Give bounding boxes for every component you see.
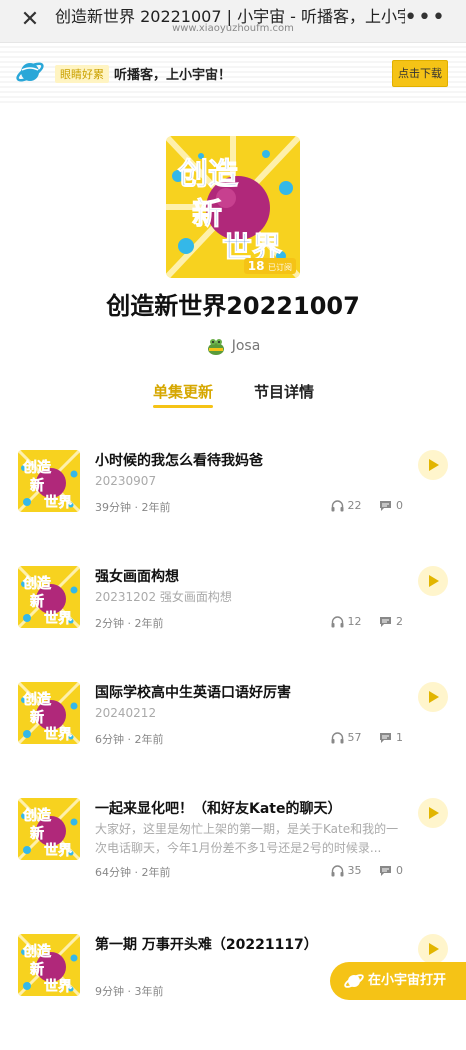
episode-title[interactable]: 国际学校高中生英语口语好厉害 (95, 682, 405, 702)
headphones-icon (331, 616, 343, 628)
svg-text:新: 新 (30, 593, 44, 610)
headphones-icon (331, 500, 343, 512)
episode-description: 大家好，这里是匆忙上架的第一期，是关于Kate和我的一次电话聊天，今年1月份差不… (95, 822, 399, 855)
play-button[interactable] (418, 798, 448, 828)
episode-cover[interactable]: 创造 新 世界 (18, 798, 80, 860)
more-icon[interactable]: ••• (404, 7, 446, 29)
episode-meta: 9分钟 · 3年前 (95, 985, 164, 998)
author-row[interactable]: Josa (0, 336, 466, 356)
episode-meta: 2分钟 · 2年前 (95, 617, 164, 630)
podcast-title: 创造新世界20221007 (106, 292, 360, 320)
episode-meta: 6分钟 · 2年前 (95, 733, 164, 746)
comment-icon (380, 733, 391, 743)
episode-title[interactable]: 小时候的我怎么看待我妈爸 (95, 450, 405, 470)
svg-text:新: 新 (30, 477, 44, 494)
open-in-app-button[interactable]: 在小宇宙打开 (330, 962, 466, 1000)
svg-text:世界: 世界 (44, 978, 73, 995)
episode-description: 20240212 (95, 706, 157, 720)
episode-description: 20231202 强女画面构想 (95, 590, 232, 604)
episode-cover-art: 创造 新 世界 (18, 682, 80, 744)
svg-text:世界: 世界 (44, 610, 73, 627)
comment-count: 2 (379, 615, 403, 628)
headphones-icon (331, 732, 343, 744)
page-url: www.xiaoyuzhoufm.com (172, 23, 294, 34)
cover-art-text: 创造 (177, 157, 238, 192)
episode-cover-art: 创造 新 世界 (18, 934, 80, 996)
episode-stats: 12 2 (317, 615, 403, 628)
play-button[interactable] (418, 450, 448, 480)
episode-item[interactable]: 创造 新 世界 小时候的我怎么看待我妈爸 20230907 39分钟 · 2年前… (0, 450, 466, 566)
play-button[interactable] (418, 682, 448, 712)
svg-text:新: 新 (30, 709, 44, 726)
promo-slogan: 听播客，上小宇宙！ (114, 68, 232, 83)
subscriber-badge: 18 已订阅 (243, 258, 296, 274)
comment-count: 0 (379, 499, 403, 512)
cover-art: 创造 新 世界 (166, 136, 300, 278)
episode-cover[interactable]: 创造 新 世界 (18, 934, 80, 996)
episode-stats: 57 1 (317, 731, 403, 744)
svg-text:世界: 世界 (44, 726, 73, 743)
play-button[interactable] (418, 566, 448, 596)
episode-meta: 39分钟 · 2年前 (95, 501, 171, 514)
tab-details[interactable]: 节目详情 (254, 381, 314, 402)
comment-icon (380, 501, 391, 511)
episode-cover[interactable]: 创造 新 世界 (18, 566, 80, 628)
play-icon (429, 807, 439, 819)
comment-count: 0 (379, 864, 403, 877)
play-icon (429, 943, 439, 955)
play-count: 57 (331, 731, 362, 744)
svg-text:创造: 创造 (22, 807, 51, 824)
headphones-icon (331, 865, 343, 877)
play-count: 12 (331, 615, 362, 628)
episode-cover-art: 创造 新 世界 (18, 798, 80, 860)
episode-title[interactable]: 一起来显化吧！（和好友Kate的聊天） (95, 798, 405, 818)
play-count: 35 (331, 864, 362, 877)
download-button[interactable]: 点击下载 (392, 60, 448, 87)
episode-cover-art: 创造 新 世界 (18, 566, 80, 628)
svg-text:世界: 世界 (44, 842, 73, 859)
browser-bar: ✕ 创造新世界 20221007 | 小宇宙 - 听播客，上小宇 www.xia… (0, 0, 466, 43)
subscriber-label: 已订阅 (268, 263, 292, 272)
svg-text:创造: 创造 (22, 691, 51, 708)
author-name: Josa (231, 338, 261, 354)
author-avatar (207, 339, 224, 355)
download-banner: 眼睛好累 听播客，上小宇宙！ 点击下载 (0, 43, 466, 105)
play-icon (429, 459, 439, 471)
episode-meta: 64分钟 · 2年前 (95, 866, 171, 879)
episode-cover-art: 创造 新 世界 (18, 450, 80, 512)
svg-text:世界: 世界 (44, 494, 73, 511)
episode-item[interactable]: 创造 新 世界 一起来显化吧！（和好友Kate的聊天） 大家好，这里是匆忙上架的… (0, 798, 466, 914)
episode-item[interactable]: 创造 新 世界 强女画面构想 20231202 强女画面构想 2分钟 · 2年前… (0, 566, 466, 682)
episode-item[interactable]: 创造 新 世界 国际学校高中生英语口语好厉害 20240212 6分钟 · 2年… (0, 682, 466, 798)
comment-icon (380, 866, 391, 876)
open-in-app-label: 在小宇宙打开 (368, 973, 447, 988)
episode-title[interactable]: 强女画面构想 (95, 566, 405, 586)
play-icon (429, 575, 439, 587)
episode-title[interactable]: 第一期 万事开头难（20221117） (95, 934, 405, 954)
play-button[interactable] (418, 934, 448, 964)
comment-icon (380, 617, 391, 627)
svg-text:创造: 创造 (22, 459, 51, 476)
planet-icon (344, 974, 364, 988)
promo-badge: 眼睛好累 (55, 65, 109, 83)
svg-text:新: 新 (30, 961, 44, 978)
episode-cover[interactable]: 创造 新 世界 (18, 450, 80, 512)
tab-bar: 单集更新 节目详情 (0, 381, 466, 411)
episode-cover[interactable]: 创造 新 世界 (18, 682, 80, 744)
play-count: 22 (331, 499, 362, 512)
svg-text:创造: 创造 (22, 943, 51, 960)
tab-episodes[interactable]: 单集更新 (153, 381, 214, 408)
podcast-cover[interactable]: 创造 新 世界 18 已订阅 (166, 136, 300, 278)
svg-text:新: 新 (30, 825, 44, 842)
planet-logo-icon (16, 62, 44, 82)
episode-description: 20230907 (95, 474, 157, 488)
play-icon (429, 691, 439, 703)
episode-stats: 35 0 (317, 864, 403, 877)
comment-count: 1 (379, 731, 403, 744)
svg-text:新: 新 (192, 197, 222, 232)
episode-stats: 22 0 (317, 499, 403, 512)
subscriber-count: 18 (247, 259, 265, 273)
svg-text:创造: 创造 (22, 575, 51, 592)
